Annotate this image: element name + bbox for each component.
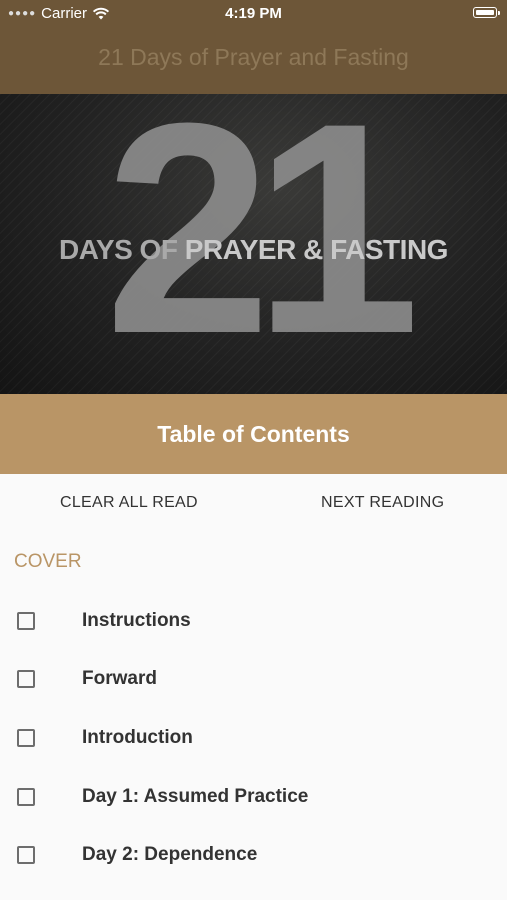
toc-item-forward[interactable]: Forward (0, 659, 507, 699)
top-bar: ●●●● Carrier 4:19 PM 21 Days of Prayer a… (0, 0, 507, 94)
hero-tagline: DAYS OF PRAYER & FASTING (0, 234, 507, 266)
clear-all-read-button[interactable]: CLEAR ALL READ (60, 494, 198, 512)
next-reading-button[interactable]: NEXT READING (321, 494, 444, 512)
hero-banner: 21 DAYS OF PRAYER & FASTING (0, 94, 507, 394)
toc-item-day-1[interactable]: Day 1: Assumed Practice (0, 777, 507, 817)
toc-item-label: Forward (82, 668, 157, 689)
toc-item-label: Day 2: Dependence (82, 844, 258, 865)
toc-item-label: Instructions (82, 610, 191, 631)
checkbox[interactable] (17, 846, 35, 864)
toc-actions: CLEAR ALL READ NEXT READING (0, 474, 507, 532)
toc-item-day-2[interactable]: Day 2: Dependence (0, 835, 507, 875)
status-time: 4:19 PM (225, 5, 282, 22)
page-title: 21 Days of Prayer and Fasting (98, 44, 409, 70)
toc-item-label: Introduction (82, 727, 193, 748)
checkbox[interactable] (17, 788, 35, 806)
battery-icon (473, 7, 500, 18)
toc-item-introduction[interactable]: Introduction (0, 718, 507, 758)
section-header-cover: COVER (14, 551, 82, 572)
hero-tagline-part2: PRAYER & FASTING (184, 234, 449, 265)
hero-number: 21 (104, 94, 421, 394)
status-bar: ●●●● Carrier 4:19 PM (0, 0, 507, 28)
toc-header: Table of Contents (0, 394, 507, 474)
checkbox[interactable] (17, 729, 35, 747)
hero-tagline-part1: DAYS OF (59, 234, 185, 265)
toc-item-instructions[interactable]: Instructions (0, 601, 507, 641)
checkbox[interactable] (17, 612, 35, 630)
checkbox[interactable] (17, 670, 35, 688)
toc-item-label: Day 1: Assumed Practice (82, 786, 309, 807)
